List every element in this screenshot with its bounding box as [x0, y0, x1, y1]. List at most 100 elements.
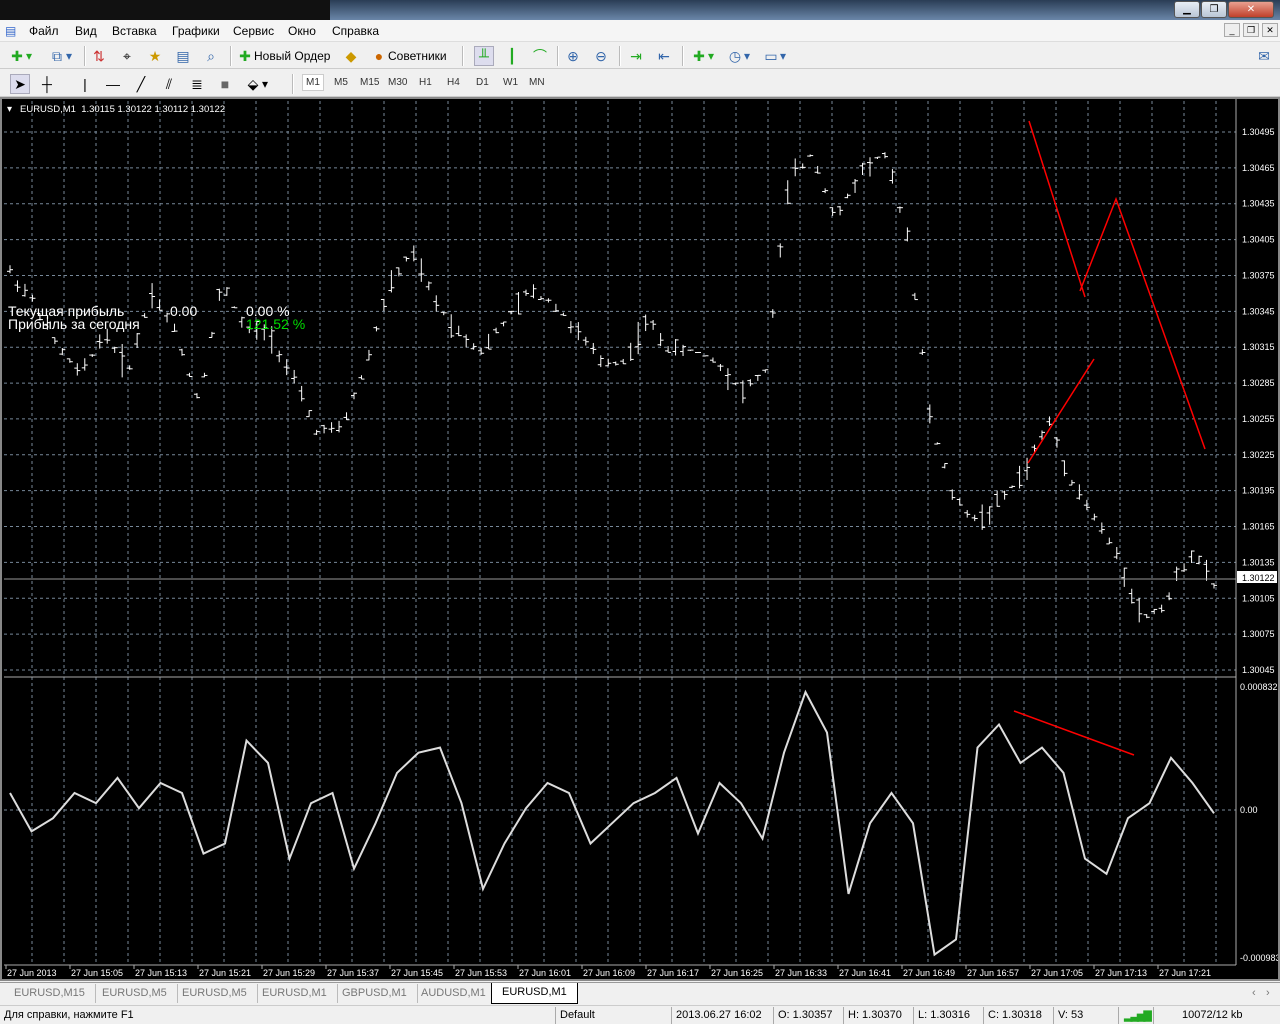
symbol-dropdown-icon[interactable]: ▾ [7, 104, 12, 115]
data-window-button[interactable]: ⌖ [118, 46, 136, 66]
price-bar [306, 410, 313, 418]
chart-window[interactable]: 1.30495 1.30465 1.30435 1.30405 1.30375 1.303… [0, 97, 1280, 981]
tab-eurusd-m15[interactable]: EURUSD,M15 [4, 984, 96, 1003]
new-order-button[interactable]: ✚ Новый Ордер [236, 46, 330, 66]
price-bar [1009, 485, 1016, 489]
notification-button[interactable]: ✉ [1255, 46, 1273, 66]
zoom-in-button[interactable]: ⊕ [564, 46, 582, 66]
vertical-line-button[interactable]: | [76, 74, 94, 94]
timeframe-m15[interactable]: M15 [360, 77, 379, 88]
osc-min-label: -0.000983 [1240, 953, 1278, 963]
line-chart-button[interactable]: ⌒ [531, 46, 549, 66]
tab-eurusd-m1-active[interactable]: EURUSD,M1 [491, 983, 578, 1004]
navigator-button[interactable]: ★ [146, 46, 164, 66]
new-chart-button[interactable]: ✚ ▾ [8, 46, 32, 66]
mdi-minimize-button[interactable]: _ [1224, 23, 1240, 37]
warning-button[interactable]: ◆ [342, 46, 360, 66]
horizontal-line-button[interactable]: — [104, 74, 122, 94]
price-bar [545, 298, 552, 303]
price-bar [193, 393, 200, 399]
status-traffic: 10072/12 kb [1182, 1009, 1243, 1021]
price-bar [493, 327, 500, 334]
menu-help[interactable]: Справка [332, 24, 379, 38]
tab-audusd-m1[interactable]: AUDUSD,M1 [411, 984, 497, 1003]
price-tick-label: 1.30225 [1242, 450, 1275, 460]
menu-view[interactable]: Вид [75, 24, 97, 38]
timeframe-m1[interactable]: M1 [302, 74, 324, 91]
minimize-button[interactable]: ▁ [1174, 1, 1200, 18]
channel-button[interactable]: ⫽ [160, 74, 178, 94]
terminal-icon: ▤ [176, 48, 190, 64]
advisors-icon: ● [374, 48, 384, 64]
trendline[interactable] [1013, 710, 1135, 756]
arrows-button[interactable]: ⬙ ▾ [244, 74, 268, 94]
status-close: C: 1.30318 [988, 1009, 1042, 1021]
timeframe-m30[interactable]: M30 [388, 77, 407, 88]
price-tick-label: 1.30045 [1242, 665, 1275, 675]
price-tick-label: 1.30465 [1242, 163, 1275, 173]
timeframe-h4[interactable]: H4 [447, 77, 460, 88]
profiles-button[interactable]: ⧉ ▾ [48, 46, 72, 66]
close-button[interactable]: ✕ [1228, 1, 1274, 18]
trendline-button[interactable]: ╱ [132, 74, 150, 94]
menu-charts[interactable]: Графики [172, 24, 220, 38]
price-bar [425, 281, 432, 291]
price-bar [754, 374, 761, 381]
connection-icon[interactable]: ▂▃▅▇ [1124, 1009, 1152, 1022]
profiles-icon: ⧉ [52, 48, 62, 64]
timeframe-w1[interactable]: W1 [503, 77, 518, 88]
rectangle-button[interactable]: ■ [216, 74, 234, 94]
periods-button[interactable]: ◷ ▾ [726, 46, 750, 66]
trendline[interactable] [1028, 120, 1086, 298]
menu-file[interactable]: Файл [29, 24, 59, 38]
trend-lines [1013, 120, 1206, 756]
tab-eurusd-m5[interactable]: EURUSD,M5 [92, 984, 178, 1003]
tab-eurusd-m5-2[interactable]: EURUSD,M5 [172, 984, 258, 1003]
menu-window[interactable]: Окно [288, 24, 316, 38]
terminal-button[interactable]: ▤ [174, 46, 192, 66]
tab-gbpusd-m1[interactable]: GBPUSD,M1 [332, 984, 418, 1003]
time-tick-label: 27 Jun 16:49 [903, 968, 955, 978]
zoom-out-button[interactable]: ⊖ [592, 46, 610, 66]
maximize-button[interactable]: ❐ [1201, 1, 1227, 18]
chart-tabs: EURUSD,M15 EURUSD,M5 EURUSD,M5 EURUSD,M1… [0, 982, 1280, 1004]
strategy-tester-button[interactable]: ⌕ [202, 46, 220, 66]
fibonacci-icon: ≣ [191, 76, 203, 92]
timeframe-m5[interactable]: M5 [334, 77, 348, 88]
menu-insert[interactable]: Вставка [112, 24, 157, 38]
fibonacci-button[interactable]: ≣ [188, 74, 206, 94]
timeframe-mn[interactable]: MN [529, 77, 545, 88]
indicators-button[interactable]: ✚ ▾ [690, 46, 714, 66]
timeframe-d1[interactable]: D1 [476, 77, 489, 88]
candle-chart-button[interactable]: ┃ [503, 46, 521, 66]
price-bar [171, 323, 178, 332]
crosshair-icon: ⌖ [123, 48, 131, 64]
crosshair-button[interactable]: ┼ [38, 74, 56, 94]
price-bar [567, 321, 574, 334]
price-tick-label: 1.30495 [1242, 127, 1275, 137]
price-bar [702, 355, 709, 357]
price-bar [373, 326, 380, 332]
trendline[interactable] [1079, 196, 1206, 450]
timeframe-h1[interactable]: H1 [419, 77, 432, 88]
cursor-button[interactable]: ➤ [10, 74, 30, 94]
price-bar [149, 283, 156, 309]
price-bar [51, 337, 58, 345]
tabs-scroll-right[interactable]: › [1264, 984, 1272, 1003]
price-bar [620, 358, 627, 365]
menu-tools[interactable]: Сервис [233, 24, 274, 38]
expert-advisors-button[interactable]: ● Советники [370, 46, 447, 66]
bar-chart-button[interactable]: ╨ [474, 46, 494, 66]
tab-eurusd-m1[interactable]: EURUSD,M1 [252, 984, 338, 1003]
mdi-close-button[interactable]: ✕ [1262, 23, 1278, 37]
market-watch-button[interactable]: ⇅ [90, 46, 108, 66]
mdi-restore-button[interactable]: ❐ [1243, 23, 1259, 37]
autoscroll-button[interactable]: ⇥ [627, 46, 645, 66]
chart-shift-button[interactable]: ⇤ [655, 46, 673, 66]
time-tick-label: 27 Jun 15:13 [135, 968, 187, 978]
tabs-scroll-left[interactable]: ‹ [1250, 984, 1258, 1003]
templates-button[interactable]: ▭ ▾ [762, 46, 786, 66]
price-bar [1121, 567, 1128, 587]
trendline[interactable] [1027, 358, 1095, 464]
time-tick-label: 27 Jun 15:45 [391, 968, 443, 978]
